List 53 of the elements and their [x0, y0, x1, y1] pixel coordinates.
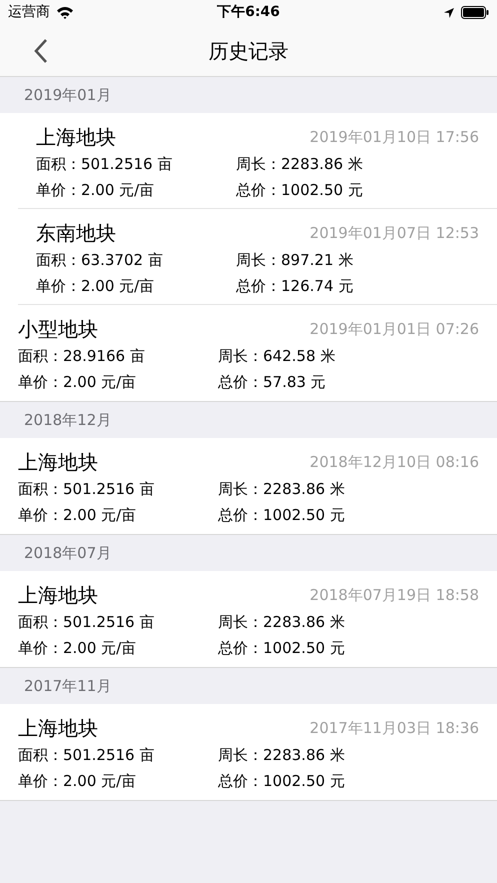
- location-arrow-icon: [443, 6, 455, 18]
- plot-name: 上海地块: [36, 124, 116, 151]
- plot-name: 上海地块: [18, 715, 98, 742]
- record-row[interactable]: 上海地块 2018年07月19日 18:58 面积：501.2516 亩 周长：2283.86 米 单价：2.00 元/亩 总价：1002.50 元: [0, 571, 497, 667]
- carrier-name: 运营商: [8, 3, 50, 22]
- record-row[interactable]: 上海地块 2018年12月10日 08:16 面积：501.2516 亩 周长：2283.86 米 单价：2.00 元/亩 总价：1002.50 元: [0, 438, 497, 534]
- record-date: 2018年12月10日 08:16: [310, 452, 479, 473]
- record-date: 2018年07月19日 18:58: [310, 584, 479, 606]
- plot-name: 上海地块: [18, 449, 98, 476]
- section-header: 2018年07月: [24, 542, 112, 564]
- record-date: 2019年01月01日 07:26: [310, 318, 479, 340]
- record-row[interactable]: 东南地块 2019年01月07日 12:53 面积：63.3702 亩 周长：897.21 米 单价：2.00 元/亩 总价：126.74 元: [18, 209, 497, 305]
- record-detail: 单价：2.00 元/亩: [18, 770, 138, 792]
- record-detail: 总价：1002.50 元: [218, 504, 345, 526]
- back-chevron-icon: [34, 38, 48, 64]
- wifi-icon: [56, 6, 74, 19]
- record-detail: 面积：63.3702 亩: [36, 250, 164, 271]
- record-detail: 总价：1002.50 元: [218, 638, 345, 659]
- record-date: 2019年01月07日 12:53: [310, 222, 479, 244]
- record-detail: 面积：28.9166 亩: [18, 346, 146, 367]
- record-detail: 单价：2.00 元/亩: [18, 638, 138, 659]
- record-detail: 面积：501.2516 亩: [36, 154, 174, 175]
- section-header: 2017年11月: [24, 676, 112, 697]
- record-date: 2017年11月03日 18:36: [310, 718, 479, 739]
- record-detail: 单价：2.00 元/亩: [36, 276, 156, 297]
- record-detail: 总价：1002.50 元: [236, 180, 363, 201]
- record-detail: 面积：501.2516 亩: [18, 478, 156, 500]
- record-detail: 总价：57.83 元: [218, 372, 326, 393]
- section-header: 2019年01月: [24, 84, 112, 106]
- record-detail: 周长：2283.86 米: [218, 612, 345, 633]
- record-detail: 总价：126.74 元: [236, 276, 354, 297]
- clock-time: 下午6:46: [217, 3, 280, 22]
- record-detail: 总价：1002.50 元: [218, 770, 345, 792]
- record-detail: 单价：2.00 元/亩: [18, 372, 138, 393]
- record-detail: 周长：2283.86 米: [236, 154, 363, 175]
- record-detail: 单价：2.00 元/亩: [36, 180, 156, 201]
- record-detail: 周长：2283.86 米: [218, 478, 345, 500]
- battery-icon: [461, 6, 489, 19]
- record-detail: 面积：501.2516 亩: [18, 744, 156, 766]
- record-detail: 单价：2.00 元/亩: [18, 504, 138, 526]
- record-detail: 周长：897.21 米: [236, 250, 354, 271]
- record-date: 2019年01月10日 17:56: [310, 126, 479, 148]
- page-title: 历史记录: [208, 38, 288, 64]
- record-row[interactable]: 小型地块 2019年01月01日 07:26 面积：28.9166 亩 周长：642.58 米 单价：2.00 元/亩 总价：57.83 元: [0, 305, 497, 401]
- plot-name: 上海地块: [18, 582, 98, 609]
- plot-name: 小型地块: [18, 316, 98, 343]
- record-detail: 周长：642.58 米: [218, 346, 336, 367]
- record-row[interactable]: 上海地块 2017年11月03日 18:36 面积：501.2516 亩 周长：2283.86 米 单价：2.00 元/亩 总价：1002.50 元: [0, 704, 497, 800]
- section-header: 2018年12月: [24, 410, 112, 431]
- record-detail: 周长：2283.86 米: [218, 744, 345, 766]
- plot-name: 东南地块: [36, 220, 116, 247]
- record-detail: 面积：501.2516 亩: [18, 612, 156, 633]
- record-row[interactable]: 上海地块 2019年01月10日 17:56 面积：501.2516 亩 周长：2283.86 米 单价：2.00 元/亩 总价：1002.50 元: [18, 113, 497, 209]
